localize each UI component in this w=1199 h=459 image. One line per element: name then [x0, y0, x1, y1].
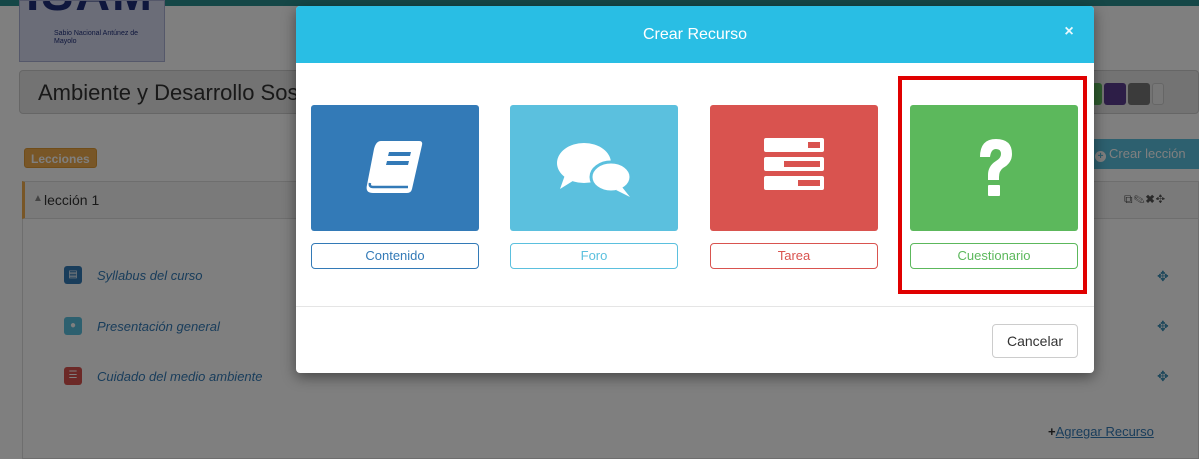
modal-footer: Cancelar [296, 306, 1094, 373]
chat-bubbles-icon [557, 143, 633, 197]
contenido-tile[interactable] [311, 105, 479, 231]
contenido-button[interactable]: Contenido [311, 243, 479, 269]
book-icon [366, 141, 423, 193]
tarea-tile[interactable] [710, 105, 878, 231]
resource-type-tarea[interactable]: Tarea [710, 105, 878, 269]
tarea-button[interactable]: Tarea [710, 243, 878, 269]
modal-header: Crear Recurso × [296, 6, 1094, 63]
tasks-icon [764, 138, 824, 190]
resource-type-contenido[interactable]: Contenido [311, 105, 479, 269]
modal-title: Crear Recurso [642, 26, 748, 43]
resource-type-foro[interactable]: Foro [510, 105, 678, 269]
foro-tile[interactable] [510, 105, 678, 231]
cancel-button[interactable]: Cancelar [992, 324, 1078, 358]
foro-button[interactable]: Foro [510, 243, 678, 269]
highlight-annotation [898, 76, 1087, 294]
close-icon[interactable]: × [1060, 22, 1078, 42]
